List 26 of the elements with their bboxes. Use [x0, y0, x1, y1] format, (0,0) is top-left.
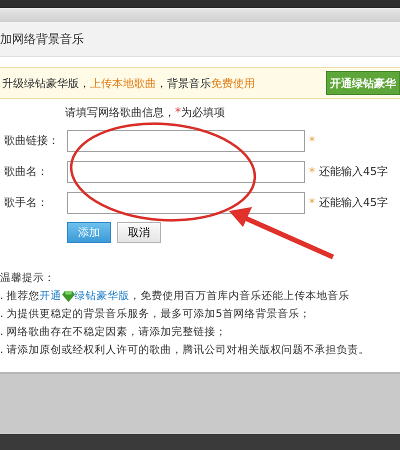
dialog-title: 加网络背景音乐: [0, 30, 84, 48]
add-button[interactable]: 添加: [67, 222, 111, 243]
upgrade-link[interactable]: 绿钻豪华版: [74, 289, 130, 303]
char-counter: 还能输入45字: [319, 164, 388, 179]
field-label: 歌曲名：: [4, 164, 49, 179]
diamond-icon: [62, 290, 75, 302]
field-label: 歌曲链接：: [4, 133, 60, 148]
upgrade-button[interactable]: 开通绿钻豪华: [326, 71, 400, 95]
field-label: 歌手名：: [4, 195, 49, 210]
char-counter: 还能输入45字: [319, 195, 388, 210]
required-mark: *: [309, 196, 315, 210]
tip-text: . 请添加原创或经权利人许可的歌曲，腾讯公司对相关版权问题不承担负责。: [0, 343, 370, 357]
form-hint: 请填写网络歌曲信息，*为必填项: [65, 105, 226, 121]
promo-text: 升级绿钻豪华版，上传本地歌曲，背景音乐免费使用: [1, 76, 255, 90]
tip-text: . 推荐您: [0, 289, 40, 303]
required-mark: *: [309, 164, 315, 178]
tip-text: ，免费使用百万首库内音乐还能上传本地音乐: [130, 289, 350, 303]
required-mark: *: [309, 134, 315, 148]
input-field[interactable]: [67, 130, 305, 152]
cancel-button[interactable]: 取消: [117, 222, 161, 243]
tip-text: . 网络歌曲存在不稳定因素，请添加完整链接；: [0, 325, 227, 339]
input-field[interactable]: [67, 160, 305, 182]
input-field[interactable]: [67, 192, 305, 214]
tip-text: . 为提供更稳定的背景音乐服务，最多可添加5首网络背景音乐；: [0, 307, 310, 321]
tips-heading: 温馨提示：: [0, 271, 56, 286]
upgrade-link[interactable]: 开通: [40, 289, 62, 303]
